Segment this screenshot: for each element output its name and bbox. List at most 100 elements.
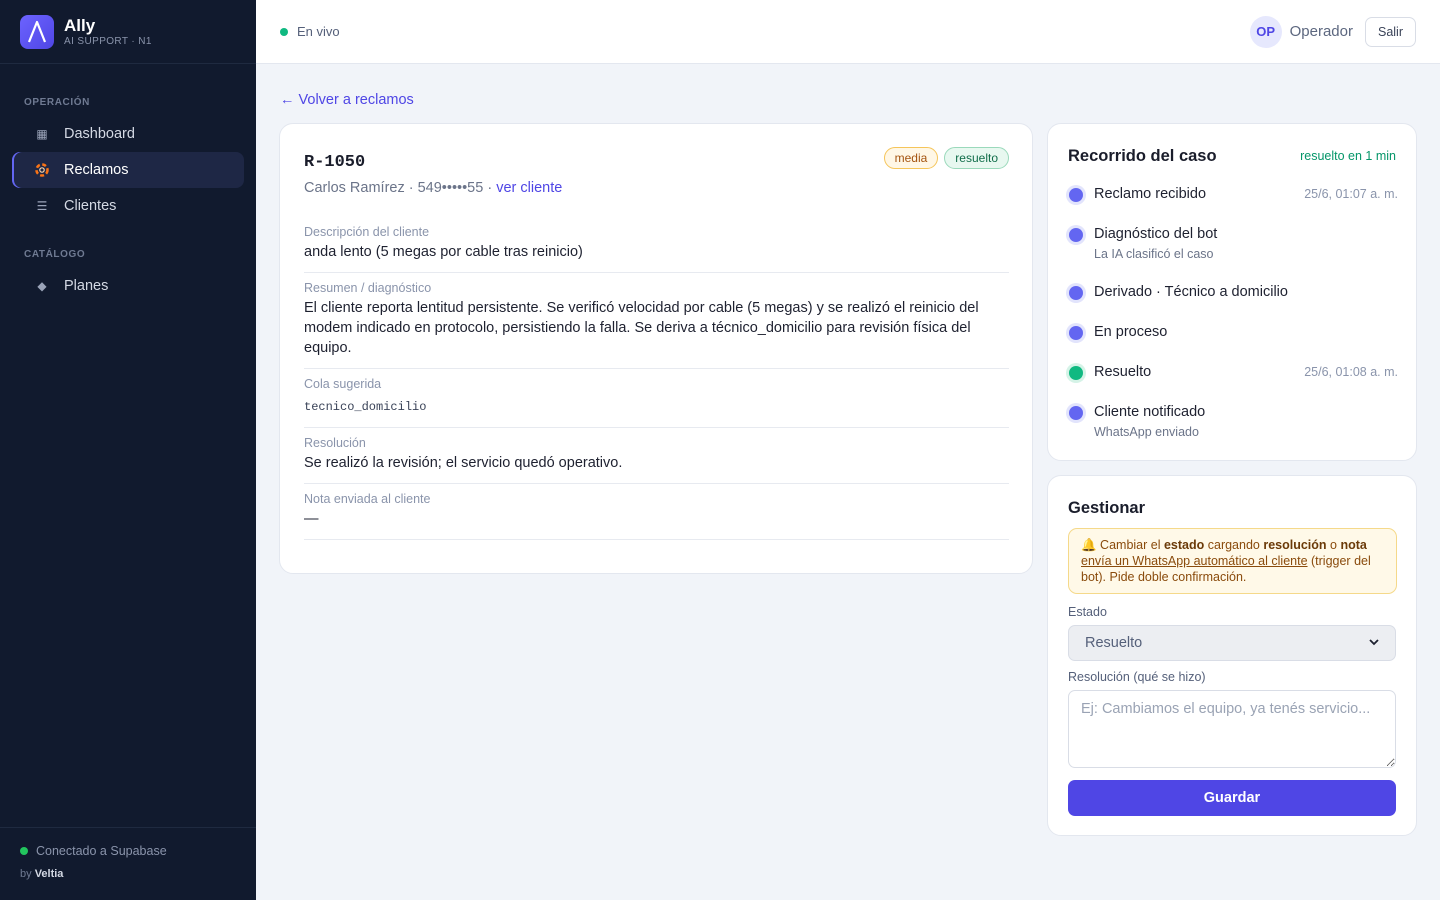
timeline-list: Reclamo recibido 25/6, 01:07 a. m. Diagnós… [1068,182,1398,440]
customer-info: Carlos Ramírez · 549•••••55 · [304,180,497,196]
field-label: Resumen / diagnóstico [304,281,432,295]
lifebuoy-icon [32,163,52,177]
connection-status-dot-icon [20,847,28,855]
timeline-step-name: En proceso [1094,324,1168,340]
field-value: — [304,511,319,527]
sidebar-item-reclamos[interactable]: Reclamos [12,152,244,188]
warning-text: Cambiar el [1096,538,1164,552]
sidebar-item-planes[interactable]: ◆ Planes [12,268,244,304]
timeline-step: Cliente notificado WhatsApp enviado [1068,400,1398,440]
live-indicator: En vivo [280,24,340,39]
sidebar-item-dashboard[interactable]: ▦ Dashboard [12,116,244,152]
user-name: Operador [1289,23,1353,40]
sidebar-item-clientes[interactable]: ☰ Clientes [12,188,244,224]
diamond-icon: ◆ [37,279,47,293]
credit-name: Veltia [34,868,64,880]
resolution-textarea[interactable] [1068,690,1396,768]
timeline-step-time: 25/6, 01:07 a. m. [1304,187,1398,201]
claim-card: R-1050 media resuelto Carlos Ramírez · 5… [279,123,1033,574]
timeline-step: En proceso [1068,320,1398,344]
live-dot-icon [280,27,288,36]
timeline-step: Derivado · Técnico a domicilio [1068,280,1398,304]
manage-title: Gestionar [1068,499,1146,517]
sidebar-footer: Conectado a Supabase by Veltia [0,827,256,900]
field-value: Se realizó la revisión; el servicio qued… [304,455,623,471]
timeline-dot-icon [1069,326,1083,340]
nav-section-operacion: OPERACIÓN [24,97,90,108]
sidebar-item-label: Dashboard [64,126,135,142]
grid-icon: ▦ [36,127,48,141]
field-label: Resolución [304,436,366,450]
logout-button[interactable]: Salir [1364,16,1416,47]
claim-id: R-1050 [304,153,366,172]
timeline-dot-icon [1069,366,1083,380]
view-customer-link[interactable]: ver cliente [496,180,562,196]
bell-icon: 🔔 [1081,538,1097,552]
field-queue: Cola sugerida tecnico_domicilio [304,377,1009,428]
timeline-step-sub: WhatsApp enviado [1094,425,1199,439]
warning-bold: estado [1163,538,1205,552]
live-label: En vivo [297,24,340,39]
ally-logo-icon [20,14,54,49]
brand-name: Ally [64,15,96,35]
timeline-dot-icon [1069,228,1083,242]
timeline-step-name: Derivado · Técnico a domicilio [1094,284,1288,300]
timeline-step-name: Reclamo recibido [1094,186,1207,202]
priority-badge: media [883,147,939,169]
brand: Ally AI SUPPORT · N1 [0,0,256,64]
back-link[interactable]: ← Volver a reclamos [280,92,414,108]
state-label: Estado [1068,605,1107,619]
customer-line: Carlos Ramírez · 549•••••55 · ver client… [304,180,562,196]
manage-card: Gestionar 🔔 Cambiar el estado cargando r… [1047,475,1417,836]
status-badge: resuelto [944,147,1009,169]
chevron-down-icon [1369,638,1379,649]
avatar: OP [1249,15,1282,48]
sidebar-item-label: Reclamos [64,162,129,178]
state-selected-value: Resuelto [1085,635,1143,651]
list-icon: ☰ [36,199,48,213]
timeline-step-name: Cliente notificado [1094,404,1206,420]
timeline-step-sub: La IA clasificó el caso [1094,247,1214,261]
timeline-step: Diagnóstico del bot La IA clasificó el ca… [1068,222,1398,262]
timeline-step-name: Resuelto [1094,364,1152,380]
timeline-step-time: 25/6, 01:08 a. m. [1304,365,1398,379]
field-label: Cola sugerida [304,377,382,391]
connection-status: Conectado a Supabase [36,844,167,858]
credit-prefix: by [20,868,32,880]
warning-text: cargando [1204,538,1264,552]
warning-bold: nota [1340,538,1367,552]
credit: by Veltia [20,868,236,880]
field-summary: Resumen / diagnóstico El cliente reporta… [304,281,1009,369]
field-value: anda lento (5 megas por cable tras reini… [304,244,583,260]
whatsapp-warning: 🔔 Cambiar el estado cargando resolución … [1068,528,1397,594]
warning-bold: resolución [1263,538,1327,552]
timeline-card: Recorrido del caso resuelto en 1 min Rec… [1047,123,1417,461]
warning-text: o [1326,538,1341,552]
sidebar-item-label: Clientes [64,198,117,214]
save-button[interactable]: Guardar [1068,780,1396,816]
field-label: Descripción del cliente [304,225,430,239]
timeline-step: Resuelto 25/6, 01:08 a. m. [1068,360,1398,384]
timeline-title: Recorrido del caso [1068,147,1217,165]
state-select[interactable]: Resuelto [1068,625,1396,661]
sidebar-item-label: Planes [64,278,109,294]
topbar: En vivo OP Operador Salir [256,0,1440,64]
sidebar: Ally AI SUPPORT · N1 OPERACIÓN ▦ Dashboa… [0,0,256,900]
field-note: Nota enviada al cliente — [304,492,1009,540]
field-resolution: Resolución Se realizó la revisión; el se… [304,436,1009,484]
timeline-step-name: Diagnóstico del bot [1094,226,1218,242]
nav-section-catalogo: CATÁLOGO [24,249,86,260]
field-value: tecnico_domicilio [304,400,427,414]
field-description: Descripción del cliente anda lento (5 me… [304,225,1009,273]
warning-underline: envía un WhatsApp automático al cliente [1081,554,1308,568]
claim-fields: Descripción del cliente anda lento (5 me… [304,223,1009,548]
resolution-label: Resolución (qué se hizo) [1068,670,1206,684]
field-label: Nota enviada al cliente [304,492,431,506]
timeline-dot-icon [1069,286,1083,300]
timeline-dot-icon [1069,188,1083,202]
timeline-dot-icon [1069,406,1083,420]
field-value: El cliente reporta lentitud persistente.… [304,300,979,356]
timeline-step: Reclamo recibido 25/6, 01:07 a. m. [1068,182,1398,206]
timeline-duration: resuelto en 1 min [1300,149,1396,163]
brand-subtitle: AI SUPPORT · N1 [64,35,152,47]
